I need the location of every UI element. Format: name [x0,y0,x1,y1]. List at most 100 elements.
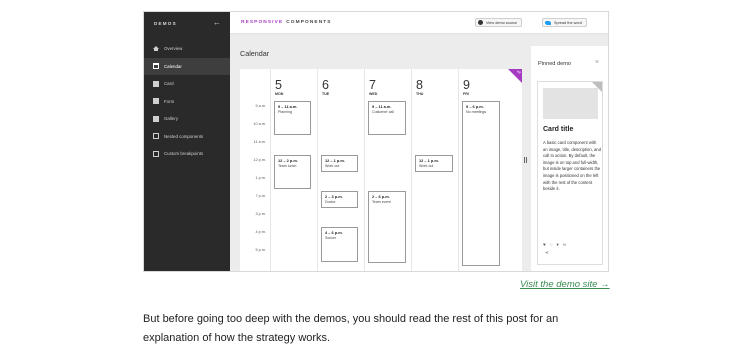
event-time: 2 – 6 p.m. [372,194,390,199]
calendar-panel: 9 a.m. 10 a.m. 11 a.m. 12 p.m. 1 p.m. 7 … [240,69,522,271]
day-number: 6 [322,78,329,92]
event-title: Team event [372,200,391,204]
time-label: 5 p.m. [255,248,266,252]
event-time: 12 – 1 p.m. [419,158,439,163]
share-icon[interactable]: ⋖ [545,250,549,256]
sidebar-item-gallery[interactable]: Gallery [144,110,230,128]
sidebar-item-label: Calendar [164,63,182,69]
event-time: 9 – 6 p.m. [466,104,484,109]
time-label: 9 a.m. [255,104,266,108]
day-name: MON [275,92,284,96]
day-number: 5 [275,78,282,92]
event-time: 2 – 3 p.m. [325,194,343,199]
card-component: Card title A basic card component with a… [537,81,603,265]
event-card[interactable]: 4 – 6 p.m. Soccer [321,227,358,262]
event-title: Work out [325,164,340,168]
time-label: 7 p.m. [255,194,266,198]
sidebar-item-label: Overview [164,46,183,52]
card-description: A basic card component with an image, ti… [543,140,601,192]
close-icon[interactable]: × [595,59,599,66]
form-icon [153,98,159,105]
demo-screenshot: DEMOS ← Overview Calendar Card Form Gall… [143,11,609,272]
sidebar-item-overview[interactable]: Overview [144,40,230,58]
calendar-icon [153,63,159,70]
card-title: Card title [543,126,574,133]
sidebar-item-label: Custom breakpoints [164,151,204,157]
heart-icon[interactable]: ♥ [543,242,546,248]
event-title: Planning [278,110,292,114]
arrow-left-icon[interactable]: ← [213,19,221,27]
event-title: Work out [419,164,434,168]
nested-icon [153,133,159,140]
resize-handle[interactable] [524,157,528,163]
twitter-icon [545,20,551,25]
sidebar: DEMOS ← Overview Calendar Card Form Gall… [144,12,230,271]
event-card[interactable]: 12 – 2 p.m. Team lunch [274,155,311,189]
sidebar-nav: Overview Calendar Card Form Gallery Nest… [144,40,230,163]
card-corner [592,82,602,92]
sidebar-item-custom-breakpoints[interactable]: Custom breakpoints [144,145,230,163]
pinned-demo-panel: Pinned demo × Card title A basic card co… [531,46,608,271]
calendar-title: Calendar [240,49,270,58]
sidebar-item-nested-components[interactable]: Nested components [144,128,230,146]
event-time: 9 – 11 a.m. [372,104,392,109]
event-card[interactable]: 12 – 1 p.m. Work out [415,155,453,172]
card-image-placeholder [543,88,598,119]
day-number: 7 [369,78,376,92]
spread-word-label: Spread the word [554,20,582,25]
sidebar-item-form[interactable]: Form [144,93,230,111]
sidebar-brand: DEMOS [154,20,177,26]
brand-rest: COMPONENTS [286,20,332,25]
event-title: Customer call [372,110,394,114]
event-title: Team lunch [278,164,297,168]
time-label: 12 p.m. [253,158,266,162]
view-source-label: View demo source [486,20,518,25]
day-name: FRI [463,92,469,96]
comment-icon[interactable]: ◌ [550,242,553,248]
breakpoints-icon [153,150,159,157]
day-number: 8 [416,78,423,92]
event-time: 4 – 6 p.m. [325,230,343,235]
day-name: WED [369,92,378,96]
event-card[interactable]: 9 – 11 a.m. Customer call [368,101,406,135]
time-label: 11 a.m. [253,140,266,144]
event-title: Doctor [325,200,336,204]
visit-demo-link[interactable]: Visit the demo site → [520,279,610,290]
day-name: THU [416,92,424,96]
spread-word-button[interactable]: Spread the word [542,18,587,27]
top-bar: RESPONSIVE COMPONENTS View demo source S… [230,12,608,34]
time-label: 10 a.m. [253,122,266,126]
day-number: 9 [463,78,470,92]
event-card[interactable]: 2 – 3 p.m. Doctor [321,191,358,208]
sidebar-item-calendar[interactable]: Calendar [144,57,230,75]
link-icon[interactable]: ∞ [563,242,566,248]
event-time: 12 – 1 p.m. [325,158,345,163]
home-icon [153,45,159,52]
time-label: 1 p.m. [255,176,266,180]
day-name: TUE [322,92,330,96]
pinned-title: Pinned demo [538,61,571,67]
bookmark-icon[interactable]: ▾ [556,242,558,248]
sidebar-item-label: Card [164,81,174,87]
event-card[interactable]: 9 – 6 p.m. No meetings [462,101,500,266]
event-title: No meetings [466,110,487,114]
github-icon [478,20,483,25]
event-card[interactable]: 2 – 6 p.m. Team event [368,191,406,263]
event-card[interactable]: 12 – 1 p.m. Work out [321,155,358,172]
sidebar-item-card[interactable]: Card [144,75,230,93]
event-card[interactable]: 9 – 11 a.m. Planning [274,101,311,135]
event-time: 9 – 11 a.m. [278,104,298,109]
sidebar-item-label: Nested components [164,133,204,139]
brand-accent: RESPONSIVE [241,20,284,25]
time-label: 4 p.m. [255,230,266,234]
card-icon [153,80,159,87]
sidebar-item-label: Form [164,98,175,104]
sidebar-header: DEMOS ← [144,12,230,34]
sidebar-item-label: Gallery [164,116,178,122]
article-paragraph: But before going too deep with the demos… [143,313,559,344]
time-label: 3 p.m. [255,212,266,216]
card-actions: ♥ ◌ ▾ ∞ [543,242,599,248]
event-time: 12 – 2 p.m. [278,158,298,163]
event-title: Soccer [325,236,337,240]
view-source-button[interactable]: View demo source [475,18,523,27]
